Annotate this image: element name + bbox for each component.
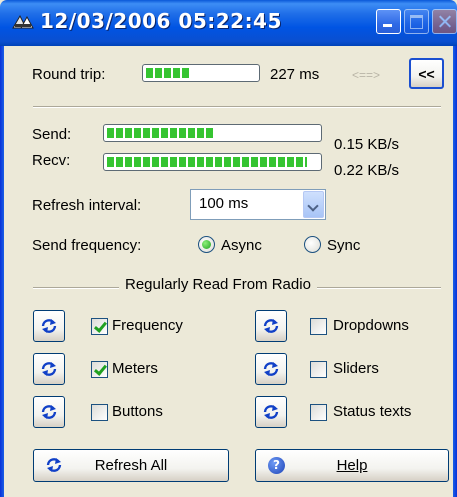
checkbox-dropdowns-label[interactable]: Dropdowns (333, 317, 409, 334)
recv-bar (103, 153, 322, 171)
checkbox-frequency[interactable] (91, 318, 108, 335)
refresh-all-label: Refresh All (94, 457, 168, 474)
refresh-interval-select[interactable]: 100 ms (190, 189, 326, 220)
collapse-button[interactable]: << (409, 58, 444, 89)
refresh-arrows-icon (263, 405, 279, 419)
chevron-down-icon[interactable] (303, 191, 324, 218)
recv-label: Recv: (32, 152, 71, 169)
group-title: Regularly Read From Radio (119, 276, 317, 293)
separator (33, 106, 441, 108)
refresh-dropdowns-button[interactable] (255, 310, 287, 342)
send-frequency-label: Send frequency: (32, 237, 142, 254)
title-bar[interactable]: 12/03/2006 05:22:45 (0, 0, 457, 46)
radio-sync-label[interactable]: Sync (327, 237, 360, 254)
round-trip-bar (142, 64, 260, 82)
app-window: 12/03/2006 05:22:45 Round trip: 227 ms <… (0, 0, 457, 497)
refresh-buttons-button[interactable] (33, 396, 65, 428)
refresh-arrows-icon (263, 319, 279, 333)
send-bar-fill (107, 128, 213, 138)
checkbox-sliders-label[interactable]: Sliders (333, 360, 379, 377)
round-trip-value: 227 ms (270, 66, 320, 83)
send-bar (103, 124, 322, 142)
window-title: 12/03/2006 05:22:45 (40, 9, 282, 33)
checkbox-frequency-label[interactable]: Frequency (112, 317, 183, 334)
radio-async-label[interactable]: Async (221, 237, 262, 254)
checkbox-meters[interactable] (91, 361, 108, 378)
refresh-interval-value: 100 ms (199, 195, 249, 212)
refresh-status-texts-button[interactable] (255, 396, 287, 428)
checkbox-status-texts[interactable] (310, 404, 327, 421)
refresh-sliders-button[interactable] (255, 353, 287, 385)
help-label: Help (336, 457, 368, 474)
checkbox-status-texts-label[interactable]: Status texts (333, 403, 411, 420)
app-logo-icon (12, 14, 34, 29)
window-frame-right (453, 46, 457, 497)
round-trip-label: Round trip: (32, 66, 106, 83)
window-frame-left (0, 46, 4, 497)
refresh-meters-button[interactable] (33, 353, 65, 385)
checkbox-sliders[interactable] (310, 361, 327, 378)
refresh-arrows-icon (41, 405, 57, 419)
checkbox-buttons-label[interactable]: Buttons (112, 403, 163, 420)
send-rate: 0.15 KB/s (334, 136, 400, 153)
close-button[interactable] (432, 9, 457, 34)
maximize-button[interactable] (404, 9, 429, 34)
refresh-arrows-icon (263, 362, 279, 376)
round-trip-arrow-hint: <==> (352, 68, 381, 82)
help-icon: ? (268, 457, 285, 474)
refresh-arrows-icon (41, 319, 57, 333)
checkbox-dropdowns[interactable] (310, 318, 327, 335)
refresh-interval-label: Refresh interval: (32, 197, 142, 214)
refresh-arrows-icon (41, 362, 57, 376)
recv-rate: 0.22 KB/s (334, 162, 400, 179)
minimize-button[interactable] (376, 9, 401, 34)
help-button[interactable]: ? Help (255, 449, 449, 482)
radio-async[interactable] (198, 236, 215, 253)
recv-bar-fill (107, 157, 307, 167)
refresh-arrows-icon (46, 458, 62, 472)
radio-sync[interactable] (304, 236, 321, 253)
round-trip-bar-fill (146, 68, 190, 78)
checkbox-buttons[interactable] (91, 404, 108, 421)
checkbox-meters-label[interactable]: Meters (112, 360, 158, 377)
send-label: Send: (32, 126, 72, 143)
refresh-all-button[interactable]: Refresh All (33, 449, 229, 482)
refresh-frequency-button[interactable] (33, 310, 65, 342)
